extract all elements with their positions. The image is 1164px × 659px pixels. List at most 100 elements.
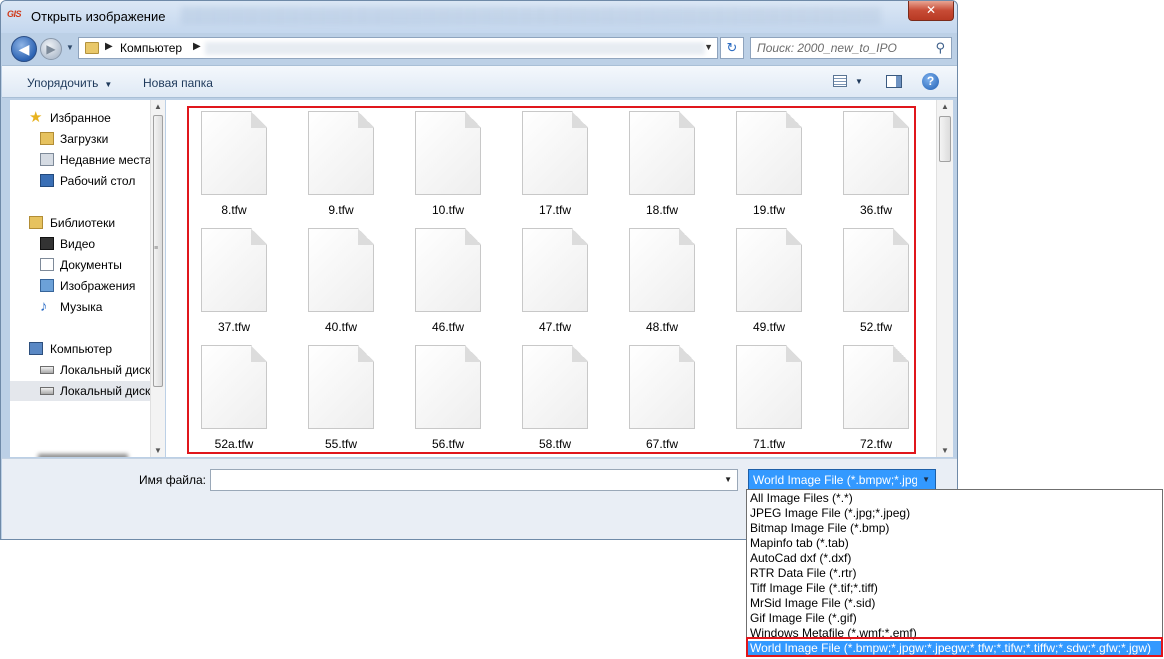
- file-list-scrollbar[interactable]: ▲ ▼: [936, 100, 953, 457]
- address-bar[interactable]: ▶ Компьютер ▶ ▼: [78, 37, 718, 59]
- nav-scrollbar[interactable]: ▲ ≡ ▼: [150, 100, 165, 457]
- file-item[interactable]: 55.tfw: [295, 345, 375, 455]
- scroll-thumb[interactable]: [939, 116, 951, 162]
- search-icon[interactable]: ⚲: [935, 40, 945, 56]
- nav-label: Документы: [60, 258, 122, 272]
- page-fold-icon: [786, 345, 802, 362]
- nav-desktop[interactable]: Рабочий стол: [10, 171, 150, 191]
- file-name-label: 67.tfw: [645, 437, 678, 451]
- page-fold-icon: [893, 228, 909, 245]
- file-item[interactable]: 47.tfw: [509, 228, 589, 338]
- filename-field[interactable]: ▼: [210, 469, 738, 491]
- file-type-option[interactable]: Mapinfo tab (*.tab): [750, 536, 1160, 551]
- change-view-icon[interactable]: [833, 75, 847, 87]
- refresh-button[interactable]: ↻: [720, 37, 744, 59]
- breadcrumb-computer[interactable]: Компьютер: [120, 41, 182, 55]
- nav-local-disk-selected[interactable]: Локальный диск: [10, 381, 150, 401]
- file-type-option[interactable]: All Image Files (*.*): [750, 491, 1160, 506]
- star-icon: ★: [29, 109, 43, 126]
- file-type-option[interactable]: Gif Image File (*.gif): [750, 611, 1160, 626]
- help-icon[interactable]: ?: [922, 73, 939, 90]
- file-name-label: 56.tfw: [431, 437, 464, 451]
- file-type-option[interactable]: Tiff Image File (*.tif;*.tiff): [750, 581, 1160, 596]
- music-icon: ♪: [40, 298, 48, 315]
- scroll-down-icon[interactable]: ▼: [941, 446, 949, 455]
- scroll-down-icon[interactable]: ▼: [154, 446, 162, 455]
- nav-label: Компьютер: [50, 342, 113, 356]
- file-item[interactable]: 71.tfw: [723, 345, 803, 455]
- search-box[interactable]: ⚲: [750, 37, 952, 59]
- file-item[interactable]: 40.tfw: [295, 228, 375, 338]
- nav-documents[interactable]: Документы: [10, 255, 150, 275]
- navigation-pane: ★ Избранное Загрузки Недавние места Рабо…: [10, 100, 165, 457]
- file-item[interactable]: 9.tfw: [295, 111, 375, 221]
- page-fold-icon: [572, 111, 588, 128]
- file-item[interactable]: 72.tfw: [830, 345, 910, 455]
- file-item[interactable]: 37.tfw: [188, 228, 268, 338]
- file-item[interactable]: 46.tfw: [402, 228, 482, 338]
- file-type-option[interactable]: Bitmap Image File (*.bmp): [750, 521, 1160, 536]
- scroll-up-icon[interactable]: ▲: [941, 102, 949, 111]
- organize-button[interactable]: Упорядочить ▼: [27, 76, 112, 90]
- nav-favorites[interactable]: ★ Избранное: [10, 108, 150, 128]
- file-item[interactable]: 67.tfw: [616, 345, 696, 455]
- page-fold-icon: [251, 228, 267, 245]
- page-fold-icon: [679, 345, 695, 362]
- file-item[interactable]: 49.tfw: [723, 228, 803, 338]
- file-item[interactable]: 52.tfw: [830, 228, 910, 338]
- file-item[interactable]: 56.tfw: [402, 345, 482, 455]
- chevron-down-icon[interactable]: ▼: [724, 475, 732, 484]
- file-type-option[interactable]: AutoCad dxf (*.dxf): [750, 551, 1160, 566]
- file-name-label: 52a.tfw: [214, 437, 254, 451]
- nav-local-disk[interactable]: Локальный диск: [10, 360, 150, 380]
- close-button[interactable]: ✕: [908, 1, 954, 21]
- breadcrumb-separator-icon[interactable]: ▶: [105, 41, 113, 52]
- file-item[interactable]: 58.tfw: [509, 345, 589, 455]
- nav-label: Недавние места: [60, 153, 150, 167]
- new-folder-button[interactable]: Новая папка: [143, 76, 213, 90]
- recent-pages-dropdown-icon[interactable]: ▼: [66, 43, 74, 52]
- nav-label: Музыка: [60, 300, 103, 314]
- selected-option-highlight-frame: [746, 637, 1163, 657]
- file-name-label: 55.tfw: [324, 437, 357, 451]
- file-item[interactable]: 36.tfw: [830, 111, 910, 221]
- nav-computer[interactable]: Компьютер: [10, 339, 150, 359]
- file-item[interactable]: 48.tfw: [616, 228, 696, 338]
- address-history-dropdown-icon[interactable]: ▼: [704, 42, 713, 52]
- nav-music[interactable]: ♪ Музыка: [10, 297, 150, 317]
- file-name-label: 58.tfw: [538, 437, 571, 451]
- search-input[interactable]: [757, 39, 927, 57]
- nav-video[interactable]: Видео: [10, 234, 150, 254]
- navigation-row: ◀ ▶ ▼ ▶ Компьютер ▶ ▼ ↻ ⚲: [1, 33, 957, 63]
- organize-label: Упорядочить: [27, 76, 99, 90]
- view-options-chevron-icon[interactable]: ▼: [855, 77, 863, 86]
- file-item[interactable]: 19.tfw: [723, 111, 803, 221]
- title-bar[interactable]: GIS Открыть изображение ✕: [1, 1, 957, 33]
- back-button[interactable]: ◀: [11, 36, 37, 62]
- nav-label: Библиотеки: [50, 216, 116, 230]
- nav-libraries[interactable]: Библиотеки: [10, 213, 150, 233]
- file-type-option[interactable]: MrSid Image File (*.sid): [750, 596, 1160, 611]
- file-name-label: 9.tfw: [328, 203, 354, 217]
- file-item[interactable]: 52a.tfw: [188, 345, 268, 455]
- file-type-select[interactable]: World Image File (*.bmpw;*.jpgw;*.jpegw;…: [748, 469, 936, 491]
- scroll-up-icon[interactable]: ▲: [154, 102, 162, 111]
- preview-pane-icon[interactable]: [886, 75, 902, 88]
- chevron-down-icon: ▼: [104, 80, 113, 89]
- file-type-option[interactable]: JPEG Image File (*.jpg;*.jpeg): [750, 506, 1160, 521]
- app-icon: GIS: [7, 9, 22, 19]
- nav-pictures[interactable]: Изображения: [10, 276, 150, 296]
- file-name-label: 40.tfw: [324, 320, 357, 334]
- file-item[interactable]: 8.tfw: [188, 111, 268, 221]
- chevron-down-icon[interactable]: ▼: [922, 475, 930, 484]
- file-type-dropdown: All Image Files (*.*) JPEG Image File (*…: [746, 489, 1163, 657]
- file-type-option[interactable]: RTR Data File (*.rtr): [750, 566, 1160, 581]
- nav-downloads[interactable]: Загрузки: [10, 129, 150, 149]
- nav-recent-places[interactable]: Недавние места: [10, 150, 150, 170]
- file-item[interactable]: 10.tfw: [402, 111, 482, 221]
- breadcrumb-separator-icon[interactable]: ▶: [193, 41, 201, 52]
- filename-input[interactable]: [215, 471, 715, 489]
- forward-button[interactable]: ▶: [40, 38, 62, 60]
- file-item[interactable]: 18.tfw: [616, 111, 696, 221]
- file-item[interactable]: 17.tfw: [509, 111, 589, 221]
